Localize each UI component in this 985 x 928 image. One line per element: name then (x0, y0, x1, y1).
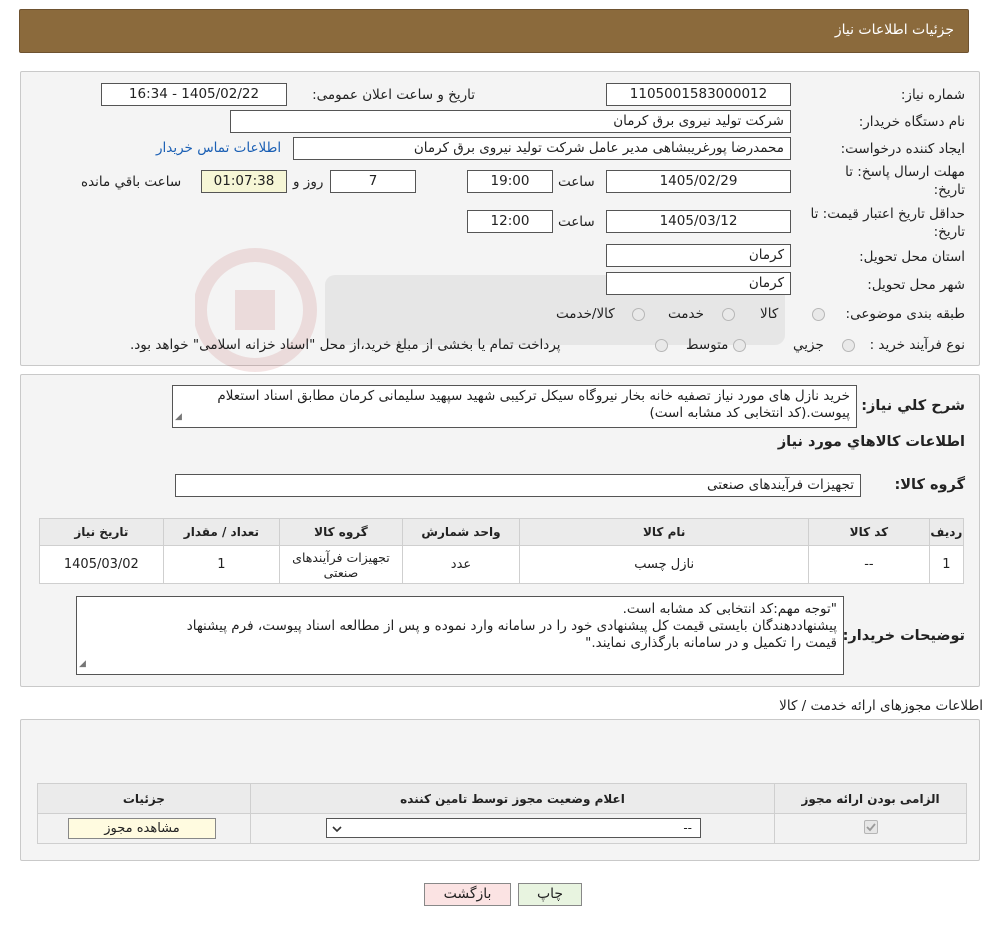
process-option-partial: جزیي (793, 337, 824, 353)
process-radio-treasury[interactable] (655, 339, 668, 352)
process-radio-partial[interactable] (842, 339, 855, 352)
goods-info-title: اطلاعات کالاهاي مورد نياز (777, 434, 965, 450)
print-button[interactable]: چاپ (518, 883, 582, 906)
goods-group-field: تجهیزات فرآیندهای صنعتی (175, 474, 861, 497)
validity-date-field: 1405/03/12 (606, 210, 791, 233)
permit-required-checkbox[interactable] (864, 820, 878, 834)
price-validity-label: حداقل تاریخ اعتبار قیمت: تا (810, 206, 965, 222)
buyer-org-field: شرکت تولید نیروی برق کرمان (230, 110, 791, 133)
process-radio-medium[interactable] (733, 339, 746, 352)
need-number-field: 1105001583000012 (606, 83, 791, 106)
announce-date-label: تاریخ و ساعت اعلان عمومی: (312, 87, 475, 103)
col-qty: تعداد / مقدار (162, 518, 281, 546)
remaining-time-field: 01:07:38 (201, 170, 287, 193)
days-remaining-field: 7 (330, 170, 416, 193)
page-header: جزئیات اطلاعات نیاز (19, 9, 969, 53)
reply-time-label: ساعت (558, 174, 595, 190)
cell-date: 1405/03/02 (39, 545, 164, 584)
category-radio-goods-service[interactable] (632, 308, 645, 321)
city-label: شهر محل تحویل: (867, 277, 965, 293)
days-label: روز و (293, 174, 324, 190)
cell-name: نازل چسب (519, 545, 810, 584)
view-permit-button[interactable]: مشاهده مجوز (68, 818, 216, 839)
resize-grip-icon[interactable]: ◢ (79, 656, 86, 673)
buyer-notes-label: توضیحات خریدار: (842, 628, 965, 644)
chevron-down-icon (332, 826, 342, 833)
permits-table-header: الزامی بودن ارائه مجوز اعلام وضعیت مجوز … (37, 783, 967, 814)
province-field: کرمان (606, 244, 791, 267)
buyer-contact-link[interactable]: اطلاعات تماس خریدار (156, 140, 281, 156)
buyer-notes-line-3: قیمت را تکمیل و در سامانه بارگذاری نماین… (585, 635, 837, 651)
col-permit-required: الزامی بودن ارائه مجوز (774, 783, 967, 814)
table-row: 1 -- نازل چسب عدد تجهیزات فرآیندهای صنعت… (39, 545, 965, 584)
summary-textarea[interactable]: خرید نازل های مورد نیاز تصفیه خانه بخار … (172, 385, 857, 428)
col-name: نام کالا (519, 518, 810, 546)
permit-status-value: -- (683, 821, 692, 835)
cell-code: -- (808, 545, 930, 584)
summary-label: شرح کلي نياز: (861, 398, 965, 414)
buyer-notes-textarea[interactable]: "توجه مهم:کد انتخابی کد مشابه است. پیشنه… (76, 596, 844, 675)
permits-title: اطلاعات مجوزهای ارائه خدمت / کالا (779, 698, 983, 714)
col-permit-status: اعلام وضعیت مجوز توسط تامین کننده (249, 783, 776, 814)
buyer-notes-line-2: پیشنهاددهندگان بایستی قیمت کل پیشنهادی خ… (186, 618, 837, 634)
reply-date-field: 1405/02/29 (606, 170, 791, 193)
permit-status-select[interactable]: -- (326, 818, 701, 838)
requester-label: ایجاد کننده درخواست: (840, 141, 965, 157)
goods-table: ردیف کد کالا نام کالا واحد شمارش گروه کا… (39, 518, 965, 584)
validity-time-field: 12:00 (467, 210, 553, 233)
process-option-medium: متوسط (686, 337, 729, 353)
goods-group-label: گروه کالا: (894, 477, 965, 493)
cell-group: تجهیزات فرآیندهای صنعتی (279, 545, 403, 584)
category-radio-goods[interactable] (812, 308, 825, 321)
cell-row: 1 (928, 545, 965, 584)
page-title: جزئیات اطلاعات نیاز (834, 22, 954, 38)
process-type-label: نوع فرآیند خرید : (869, 337, 965, 353)
reply-time-field: 19:00 (467, 170, 553, 193)
city-field: کرمان (606, 272, 791, 295)
col-code: کد کالا (808, 518, 930, 546)
category-radio-service[interactable] (722, 308, 735, 321)
resize-grip-icon[interactable]: ◢ (175, 409, 182, 426)
col-permit-details: جزئیات (37, 783, 251, 814)
remaining-time-label: ساعت باقي مانده (81, 174, 182, 190)
validity-time-label: ساعت (558, 214, 595, 230)
col-unit: واحد شمارش (401, 518, 521, 546)
col-group: گروه کالا (279, 518, 403, 546)
checkmark-icon (866, 823, 876, 832)
summary-text: خرید نازل های مورد نیاز تصفیه خانه بخار … (217, 388, 850, 421)
category-option-goods: کالا (760, 306, 779, 322)
category-option-goods-service: کالا/خدمت (556, 306, 615, 322)
requester-field: محمدرضا پورغریبشاهی مدیر عامل شرکت تولید… (293, 137, 791, 160)
category-option-service: خدمت (668, 306, 704, 322)
buyer-notes-line-1: "توجه مهم:کد انتخابی کد مشابه است. (622, 601, 837, 617)
cell-qty: 1 (162, 545, 281, 584)
col-date: تاریخ نیاز (39, 518, 164, 546)
back-button[interactable]: بازگشت (424, 883, 511, 906)
buyer-org-label: نام دستگاه خریدار: (858, 114, 965, 130)
announce-date-field: 1405/02/22 - 16:34 (101, 83, 287, 106)
cell-unit: عدد (401, 545, 521, 584)
col-row: ردیف (928, 518, 965, 546)
province-label: استان محل تحویل: (859, 249, 965, 265)
goods-table-header: ردیف کد کالا نام کالا واحد شمارش گروه کا… (39, 518, 965, 546)
need-number-label: شماره نیاز: (900, 87, 965, 103)
category-label: طبقه بندی موضوعی: (845, 306, 965, 322)
process-note: پرداخت تمام یا بخشی از مبلغ خرید،از محل … (130, 337, 561, 353)
reply-deadline-label-date: تاریخ: (933, 182, 965, 198)
price-validity-label-date: تاریخ: (933, 224, 965, 240)
reply-deadline-label: مهلت ارسال پاسخ: تا (845, 164, 965, 180)
